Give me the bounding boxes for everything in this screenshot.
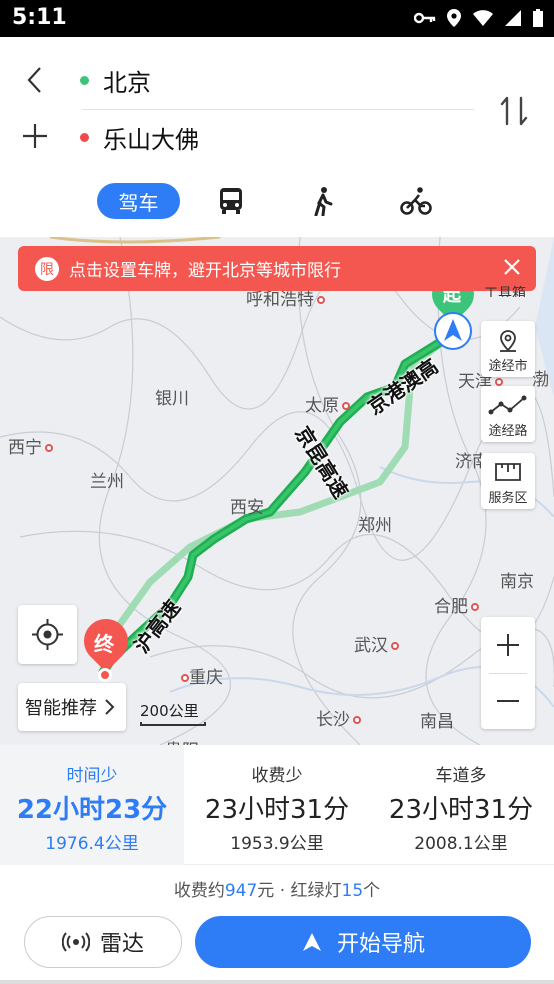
zoom-in-icon[interactable] [494, 631, 522, 659]
fee-amount: 947 [224, 881, 258, 901]
destination-dot [80, 132, 89, 142]
tab-drive[interactable]: 驾车 [97, 183, 180, 219]
navigation-arrow-icon [302, 933, 321, 951]
restriction-text: 点击设置车牌，避开北京等城市限行 [69, 261, 341, 281]
zoom-controls [481, 617, 535, 729]
zoom-out-icon[interactable] [494, 687, 522, 715]
close-icon[interactable] [502, 257, 522, 277]
tab-walk[interactable] [306, 183, 340, 219]
route-map[interactable]: 呼和浩特 天津 银川 太原 西宁 兰州 济南 西安 郑州 南京 合肥 武汉 重庆… [0, 237, 554, 745]
city-label: 西安 [230, 498, 264, 518]
city-label: 武汉 [354, 631, 399, 656]
route-option[interactable]: 收费少 23小时31分 1953.9公里 [185, 745, 369, 865]
radar-label: 雷达 [99, 932, 144, 957]
tab-bike[interactable] [398, 183, 434, 219]
tab-bus[interactable] [214, 183, 248, 219]
start-navigation-button[interactable]: 开始导航 [195, 916, 531, 968]
field-divider [82, 109, 474, 110]
city-label: 南京 [500, 572, 534, 592]
locate-button[interactable] [18, 605, 77, 664]
route-option-duration: 23小时31分 [204, 795, 350, 825]
walk-icon [314, 187, 333, 216]
status-bar: 5:11 [0, 0, 554, 37]
route-option-duration: 22小时23分 [16, 795, 168, 825]
city-label: 长沙 [316, 705, 361, 730]
status-time: 5:11 [12, 5, 67, 30]
chevron-right-icon [105, 699, 115, 715]
bus-icon [220, 188, 242, 214]
origin-dot [80, 75, 89, 85]
destination-field[interactable]: 乐山大佛 [80, 122, 199, 154]
service-area-icon [495, 463, 521, 481]
fee-summary: 收费约947元 · 红绿灯15个 [173, 881, 381, 901]
route-option-distance: 1953.9公里 [230, 834, 324, 854]
origin-text: 北京 [103, 68, 151, 97]
route-option-label: 时间少 [66, 766, 118, 786]
smart-recommend-label: 智能推荐 [25, 698, 97, 719]
start-navigation-label: 开始导航 [336, 932, 425, 957]
city-label: 合肥 [434, 592, 479, 617]
map-scale: 200公里 [140, 700, 206, 726]
route-option-label: 收费少 [251, 766, 303, 786]
bike-icon [400, 187, 432, 215]
city-label: 银川 [155, 389, 189, 409]
city-label: 贵阳 [165, 736, 199, 745]
add-waypoint-icon[interactable] [20, 121, 50, 151]
route-option[interactable]: 时间少 22小时23分 1976.4公里 [0, 745, 184, 865]
vpn-key-icon [414, 12, 436, 24]
radar-icon [61, 932, 90, 952]
restriction-notice[interactable]: 限 点击设置车牌，避开北京等城市限行 [18, 246, 536, 291]
waypoint-city-button[interactable]: 途经市 [481, 321, 535, 377]
wifi-icon [473, 10, 493, 26]
signal-icon [505, 10, 521, 26]
status-icons [414, 8, 544, 28]
road-line-icon [488, 395, 527, 415]
swap-icon[interactable] [494, 91, 534, 131]
toolbox-label-partial: 工具箱 [484, 286, 526, 297]
current-location-marker [434, 312, 472, 350]
waypoint-road-label: 途经路 [488, 424, 528, 439]
radar-button[interactable]: 雷达 [24, 916, 182, 968]
route-option-label: 车道多 [435, 766, 487, 786]
restriction-badge: 限 [35, 256, 59, 281]
route-option-distance: 1976.4公里 [45, 834, 139, 854]
city-label: 南昌 [420, 712, 454, 732]
map-scale-label: 200公里 [140, 702, 199, 720]
end-marker-label: 终 [94, 632, 114, 656]
route-option-duration: 23小时31分 [388, 795, 534, 825]
locate-icon [32, 619, 63, 650]
service-area-button[interactable]: 服务区 [481, 453, 535, 509]
end-point-dot [98, 668, 112, 682]
travel-mode-tabs: 驾车 [0, 183, 554, 219]
city-label: 太原 [305, 391, 350, 416]
service-area-label: 服务区 [488, 491, 528, 506]
location-icon [447, 9, 461, 27]
city-pin-icon [500, 330, 516, 352]
city-label: 西宁 [8, 433, 53, 458]
route-option-distance: 2008.1公里 [414, 834, 508, 854]
city-label: 兰州 [90, 472, 124, 492]
route-options: 时间少 22小时23分 1976.4公里 收费少 23小时31分 1953.9公… [0, 745, 554, 865]
traffic-light-count: 15 [341, 881, 364, 901]
route-header: 北京 乐山大佛 驾车 [0, 37, 554, 237]
city-label: 重庆 [178, 663, 223, 688]
city-label: 郑州 [358, 516, 392, 536]
battery-icon [533, 9, 543, 27]
map-background [0, 237, 554, 745]
waypoint-road-button[interactable]: 途经路 [481, 386, 535, 442]
origin-field[interactable]: 北京 [80, 65, 151, 97]
route-option[interactable]: 车道多 23小时31分 2008.1公里 [369, 745, 553, 865]
waypoint-city-label: 途经市 [488, 359, 528, 374]
navigation-arrow-icon [444, 319, 462, 341]
bottom-edge [0, 980, 554, 984]
smart-recommend-button[interactable]: 智能推荐 [18, 683, 126, 731]
destination-text: 乐山大佛 [103, 125, 199, 154]
back-icon[interactable] [20, 65, 50, 95]
